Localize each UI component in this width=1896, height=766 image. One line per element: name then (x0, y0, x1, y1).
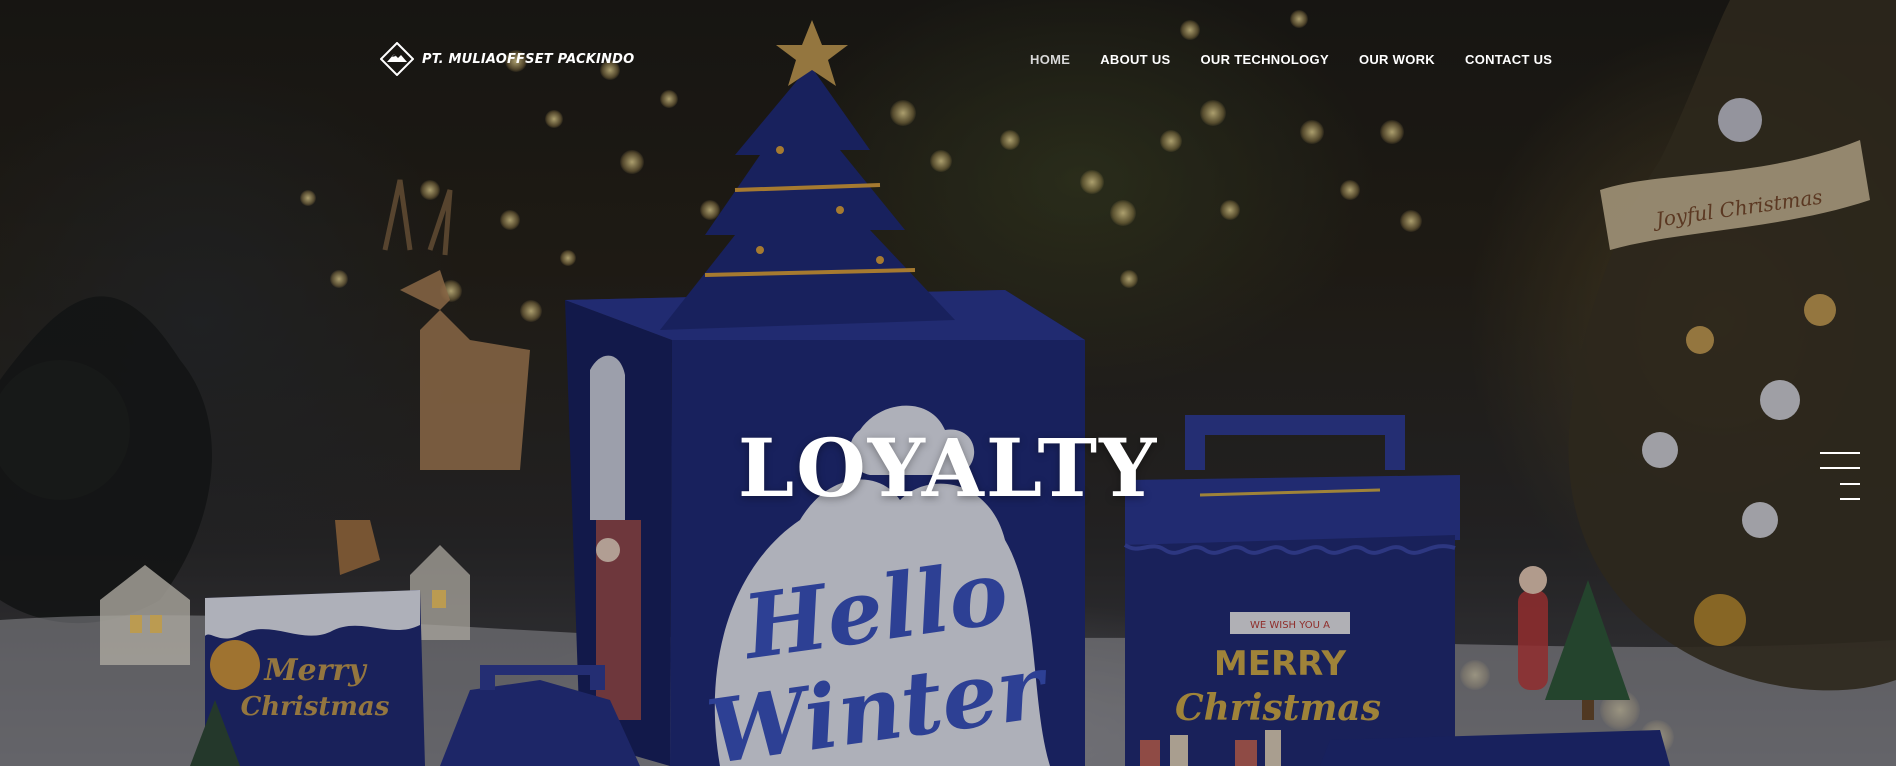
diamond-mountain-logo-icon (380, 42, 414, 76)
brand-logo-link[interactable]: PT. MULIAOFFSET PACKINDO (380, 42, 634, 76)
top-navigation: PT. MULIAOFFSET PACKINDO HOME ABOUT US O… (0, 0, 1896, 120)
hero-section: Hello Winter WE WISH YOU A MERRY Christm… (0, 0, 1896, 766)
nav-item-about-us[interactable]: ABOUT US (1100, 52, 1170, 67)
nav-item-our-work[interactable]: OUR WORK (1359, 52, 1435, 67)
nav-item-our-technology[interactable]: OUR TECHNOLOGY (1201, 52, 1329, 67)
nav-item-home[interactable]: HOME (1030, 52, 1070, 67)
main-menu: HOME ABOUT US OUR TECHNOLOGY OUR WORK CO… (1030, 52, 1582, 67)
hamburger-menu-icon[interactable] (1820, 452, 1864, 500)
brand-name: PT. MULIAOFFSET PACKINDO (422, 51, 635, 67)
hero-title: LOYALTY (737, 421, 1159, 515)
nav-item-contact-us[interactable]: CONTACT US (1465, 52, 1552, 67)
